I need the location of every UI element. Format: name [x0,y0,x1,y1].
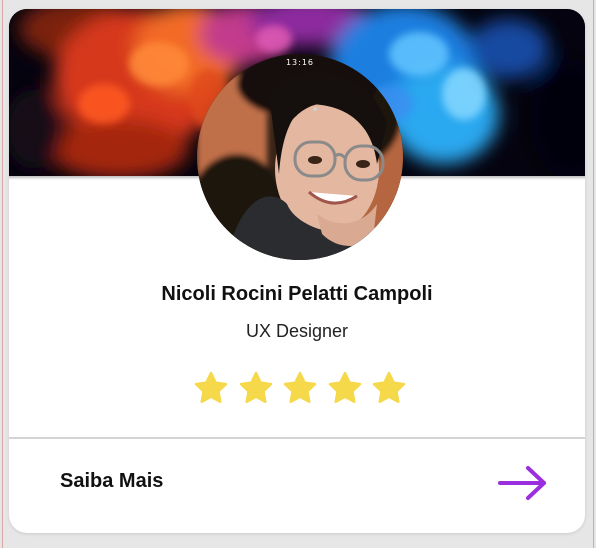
viewport-edge-left [2,0,3,548]
profile-name: Nicoli Rocini Pelatti Campoli [161,283,433,305]
profile-card: 13:16 Nicoli Rocini Pelatti Campoli UX D… [9,9,585,533]
card-footer: Saiba Mais [9,439,585,533]
viewport-edge-right [593,0,594,548]
avatar[interactable]: 13:16 [197,54,403,260]
star-icon [239,371,272,404]
rating-stars [193,370,407,406]
avatar-timestamp: 13:16 [285,58,315,67]
profile-role: UX Designer [245,321,349,341]
arrow-right-icon[interactable] [497,465,549,501]
page-background: 13:16 Nicoli Rocini Pelatti Campoli UX D… [0,0,596,548]
star-icon [328,371,361,404]
avatar-photo [197,54,403,260]
more-info-label[interactable]: Saiba Mais [60,470,163,493]
star-icon [283,371,317,404]
star-icon [194,371,228,404]
star-icon [372,371,406,404]
